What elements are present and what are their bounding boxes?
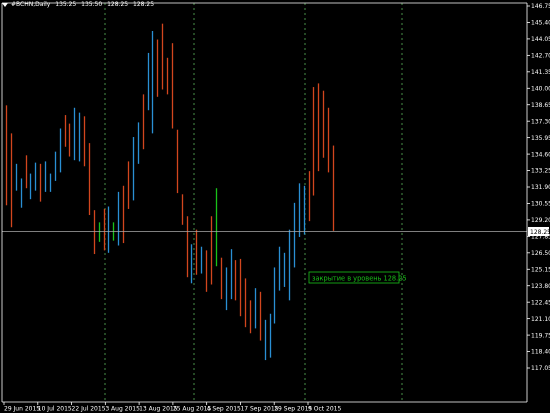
price-tick-label: 141.35 (531, 69, 550, 76)
time-tick-label: 22 Jul 2015 (72, 406, 106, 413)
price-tick-label: 123.80 (531, 283, 550, 290)
symbol-label: #BCHN,Daily (11, 1, 51, 8)
bars-layer (5, 23, 335, 361)
price-tick-label: 140.00 (531, 85, 550, 92)
chart-header: #BCHN,Daily 135.25 135.50 128.25 128.25 (2, 1, 157, 9)
price-tick-label: 134.60 (531, 151, 550, 158)
annotation-text: закрытие в уровень 128.25 (312, 275, 407, 283)
price-tick-label: 145.40 (531, 20, 550, 27)
time-tick-label: 4 Sep 2015 (207, 406, 241, 413)
price-tick-label: 135.95 (531, 135, 550, 142)
time-tick-label: 10 Jul 2015 (38, 406, 72, 413)
price-tick-label: 117.05 (531, 365, 550, 372)
price-tick-label: 125.15 (531, 266, 550, 273)
current-price-tag-label: 128.25 (530, 229, 550, 236)
annotation-label: закрытие в уровень 128.25 (308, 271, 407, 284)
time-tick-label: 29 Jun 2015 (4, 406, 40, 413)
axes-layer: 146.75 145.40 144.05 142.70 141.35 140.00 138.… (1, 2, 550, 413)
time-tick-label: 17 Sep 2015 (240, 406, 278, 413)
price-tick-label: 126.50 (531, 250, 550, 257)
close-value: 128.25 (133, 1, 155, 8)
high-value: 135.50 (81, 1, 103, 8)
time-tick-label: 9 Oct 2015 (308, 406, 341, 413)
dropdown-icon[interactable] (2, 2, 8, 7)
price-tick-label: 137.30 (531, 118, 550, 125)
low-value: 128.25 (107, 1, 129, 8)
price-tick-label: 121.10 (531, 316, 550, 323)
time-tick-label: 29 Sep 2015 (274, 406, 312, 413)
price-chart[interactable]: закрытие в уровень 128.25 146.75145.4014… (0, 0, 550, 413)
open-value: 135.25 (55, 1, 77, 8)
price-tick-label: 130.55 (531, 201, 550, 208)
price-tick-label: 146.75 (531, 3, 550, 10)
price-tick-label: 142.70 (531, 53, 550, 60)
grid-layer (104, 3, 403, 402)
price-tick-label: 131.90 (531, 184, 550, 191)
price-tick-label: 144.05 (531, 36, 550, 43)
price-tick-label: 138.65 (531, 102, 550, 109)
price-tick-label: 118.40 (531, 349, 550, 356)
price-tick-label: 133.25 (531, 168, 550, 175)
time-tick-label: 3 Aug 2015 (105, 406, 140, 413)
price-tick-label: 119.75 (531, 332, 550, 339)
current-price-line: закрытие в уровень 128.25 (2, 231, 527, 284)
price-tick-label: 122.45 (531, 299, 550, 306)
price-tick-label: 129.20 (531, 217, 550, 224)
chart-window[interactable]: закрытие в уровень 128.25 146.75 145.40 14… (0, 0, 550, 413)
